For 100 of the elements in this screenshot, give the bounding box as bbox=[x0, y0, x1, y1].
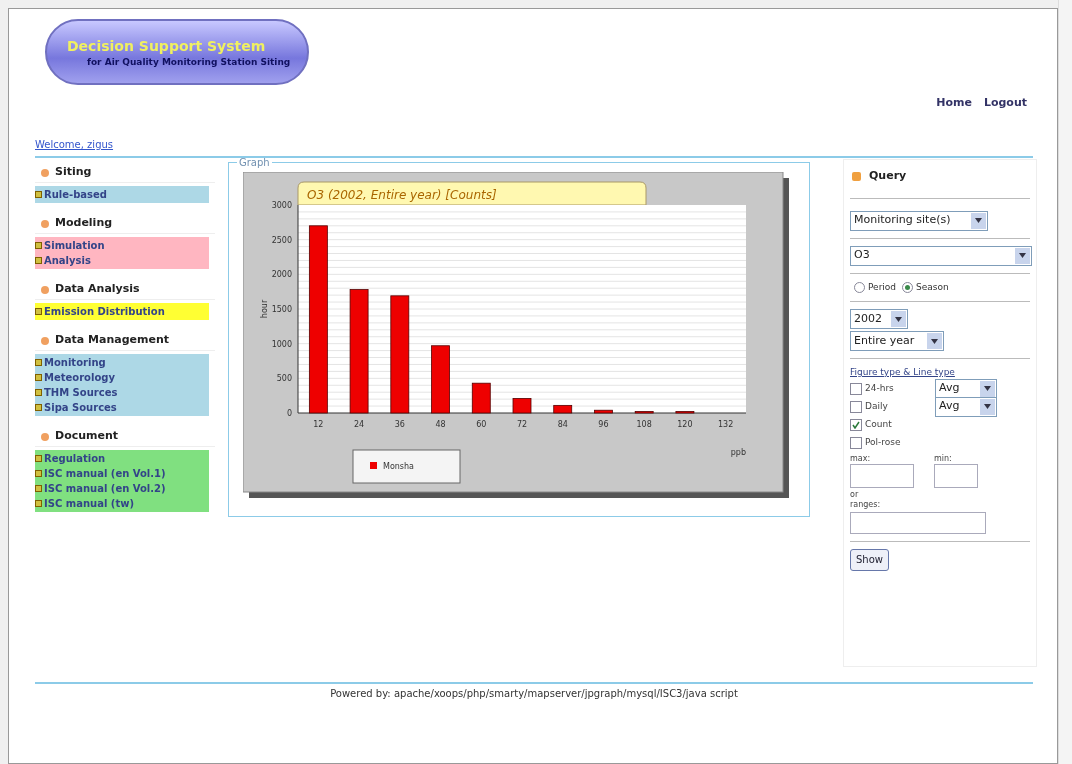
square-bullet-icon bbox=[35, 374, 42, 381]
bar bbox=[471, 382, 491, 414]
radio-label: Period bbox=[868, 280, 897, 294]
welcome-link[interactable]: Welcome, zigus bbox=[35, 139, 114, 150]
square-bullet-icon bbox=[35, 455, 42, 462]
chart-title: O3 (2002, Entire year) [Counts] bbox=[307, 188, 497, 202]
menu-link[interactable]: Meteorology bbox=[44, 370, 115, 385]
x-tick-label: 60 bbox=[476, 420, 487, 429]
dropdown[interactable]: O3 bbox=[850, 245, 1032, 266]
x-tick-label: 120 bbox=[677, 420, 693, 429]
radio-button[interactable] bbox=[854, 281, 865, 293]
nav-link[interactable]: Home bbox=[936, 95, 972, 112]
y-tick-label: 2000 bbox=[271, 270, 292, 280]
dropdown[interactable]: Entire year bbox=[850, 331, 944, 351]
y-tick-label: 2500 bbox=[271, 235, 292, 245]
y-axis-label: hour bbox=[260, 299, 269, 319]
menu-link[interactable]: Monitoring bbox=[44, 355, 106, 370]
input-field[interactable] bbox=[850, 463, 914, 488]
menu-link[interactable]: Emission Distribution bbox=[44, 304, 165, 319]
x-tick-label: 36 bbox=[394, 420, 405, 429]
bar bbox=[553, 404, 573, 414]
show-button[interactable]: Show bbox=[850, 548, 889, 571]
caret-icon bbox=[895, 316, 902, 322]
query-heading: Query bbox=[869, 168, 907, 184]
x-tick-label: 84 bbox=[557, 420, 568, 429]
x-tick-label: 132 bbox=[718, 420, 734, 429]
bar bbox=[594, 409, 613, 414]
logo-title: Decision Support System bbox=[67, 37, 267, 56]
menu-link[interactable]: ISC manual (tw) bbox=[44, 496, 134, 511]
checkbox[interactable] bbox=[850, 400, 862, 413]
bullet-icon bbox=[852, 171, 861, 181]
menu-link[interactable]: Simulation bbox=[44, 238, 105, 253]
square-bullet-icon bbox=[35, 485, 42, 492]
square-bullet-icon bbox=[35, 500, 42, 507]
section-heading: Modeling bbox=[55, 215, 113, 232]
bar bbox=[634, 411, 654, 414]
caret-icon bbox=[975, 218, 982, 223]
menu-link[interactable]: Regulation bbox=[44, 451, 106, 466]
section-heading: Siting bbox=[55, 164, 92, 181]
menu-link[interactable]: ISC manual (en Vol.2) bbox=[44, 481, 166, 496]
checkbox[interactable] bbox=[850, 436, 862, 449]
input-field[interactable] bbox=[850, 511, 986, 534]
dropdown[interactable]: Avg bbox=[935, 396, 997, 417]
menu-link[interactable]: THM Sources bbox=[44, 385, 118, 400]
bullet-icon bbox=[41, 285, 49, 294]
field-label: ranges: bbox=[850, 499, 882, 510]
bullet-icon bbox=[41, 432, 49, 441]
square-bullet-icon bbox=[35, 404, 42, 411]
y-tick-label: 500 bbox=[276, 374, 292, 384]
y-tick-label: 3000 bbox=[271, 201, 292, 210]
caret-icon bbox=[1019, 253, 1026, 258]
nav-link[interactable]: Logout bbox=[983, 95, 1027, 112]
bullet-icon bbox=[41, 336, 49, 345]
menu-link[interactable]: Rule-based bbox=[44, 187, 107, 202]
menu-link[interactable]: ISC manual (en Vol.1) bbox=[44, 466, 166, 481]
bar bbox=[512, 398, 532, 414]
section-heading: Document bbox=[55, 428, 119, 445]
panel-legend: Graph bbox=[237, 155, 272, 170]
x-tick-label: 96 bbox=[598, 420, 609, 429]
legend-swatch bbox=[370, 462, 377, 469]
checkbox-label: 24-hrs bbox=[865, 381, 895, 395]
square-bullet-icon bbox=[35, 389, 42, 396]
dropdown[interactable]: Avg bbox=[935, 378, 997, 399]
square-bullet-icon bbox=[35, 359, 42, 366]
caret-icon bbox=[984, 404, 991, 409]
menu-link[interactable]: Analysis bbox=[44, 253, 91, 268]
x-tick-label: 24 bbox=[354, 420, 365, 429]
square-bullet-icon bbox=[35, 257, 42, 264]
y-tick-label: 1000 bbox=[271, 339, 292, 349]
x-tick-label: 48 bbox=[435, 420, 446, 429]
scrollbar[interactable] bbox=[1058, 0, 1072, 764]
x-axis-label: ppb bbox=[730, 448, 746, 457]
legend-label: Monsha bbox=[383, 462, 414, 471]
checkbox[interactable] bbox=[850, 418, 862, 431]
x-tick-label: 72 bbox=[516, 420, 528, 429]
y-tick-label: 0 bbox=[286, 409, 292, 418]
input-field[interactable] bbox=[934, 463, 978, 488]
checkbox-label: Daily bbox=[865, 399, 889, 413]
section-heading: Data Analysis bbox=[55, 281, 140, 298]
bullet-icon bbox=[41, 219, 49, 228]
dropdown[interactable]: 2002 bbox=[850, 309, 908, 329]
checkbox-label: Count bbox=[865, 417, 893, 431]
caret-icon bbox=[984, 386, 991, 391]
checkbox-label: Pol-rose bbox=[865, 435, 902, 449]
field-label: or bbox=[850, 489, 860, 500]
x-tick-label: 12 bbox=[313, 420, 324, 429]
checkbox[interactable] bbox=[850, 382, 862, 395]
menu-link[interactable]: Sipa Sources bbox=[44, 400, 117, 415]
y-tick-label: 1500 bbox=[271, 305, 292, 314]
bar bbox=[675, 411, 695, 414]
logo-subtitle: for Air Quality Monitoring Station Siting bbox=[86, 56, 292, 68]
field-label: min: bbox=[934, 453, 953, 464]
footer-text: Powered by: apache/xoops/php/smarty/mapserver/jpgraph/mysql/ISC3/java script bbox=[330, 687, 738, 701]
radio-button[interactable] bbox=[902, 281, 914, 293]
bullet-icon bbox=[41, 168, 49, 177]
bar bbox=[431, 345, 450, 414]
dropdown[interactable]: Monitoring site(s) bbox=[850, 210, 988, 231]
section-heading: Data Management bbox=[55, 332, 170, 349]
radio-label: Season bbox=[916, 280, 949, 294]
square-bullet-icon bbox=[35, 470, 42, 477]
